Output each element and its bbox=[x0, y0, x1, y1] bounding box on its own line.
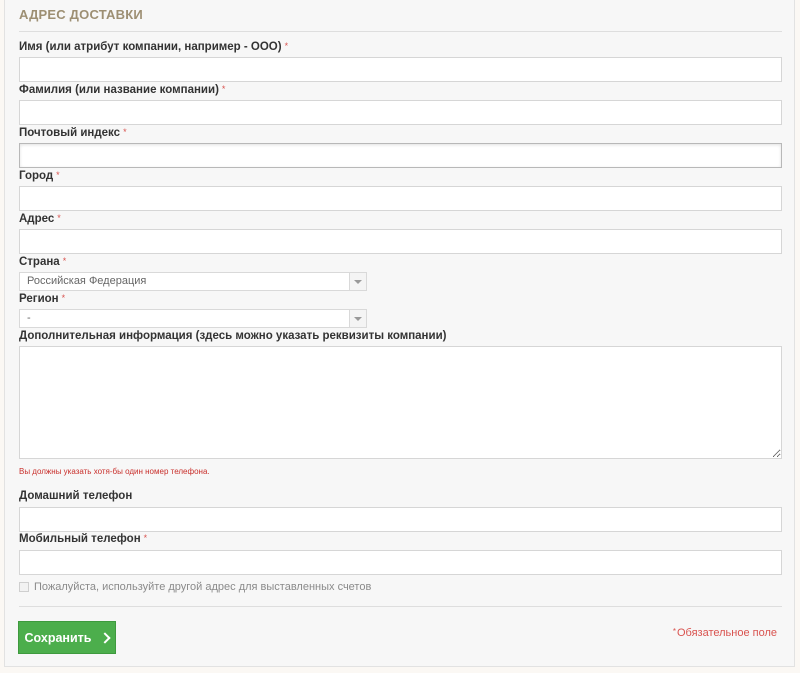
lastname-input[interactable] bbox=[19, 100, 782, 125]
section-title: АДРЕС ДОСТАВКИ bbox=[19, 7, 143, 22]
required-mark: * bbox=[61, 293, 66, 303]
region-selected-value: - bbox=[27, 312, 31, 324]
chevron-down-icon[interactable] bbox=[349, 310, 366, 327]
postcode-label: Почтовый индекс * bbox=[19, 127, 127, 139]
chevron-down-icon[interactable] bbox=[349, 273, 366, 290]
city-input[interactable] bbox=[19, 186, 782, 211]
bottom-divider bbox=[19, 606, 782, 607]
required-mark: * bbox=[57, 213, 61, 223]
country-select[interactable]: Российская Федерация bbox=[19, 272, 367, 291]
phone-required-note: Вы должны указать хотя-бы один номер тел… bbox=[19, 467, 210, 476]
invoice-address-option[interactable]: Пожалуйста, используйте другой адрес для… bbox=[19, 580, 371, 593]
save-button[interactable]: Сохранить bbox=[18, 621, 116, 654]
phone-input[interactable] bbox=[19, 507, 782, 532]
region-select[interactable]: - bbox=[19, 309, 367, 328]
required-field-note: *Обязательное поле bbox=[672, 627, 777, 639]
city-label: Город * bbox=[19, 170, 60, 182]
required-mark: * bbox=[56, 170, 60, 180]
other-info-label: Дополнительная информация (здесь можно у… bbox=[19, 330, 447, 342]
firstname-label: Имя (или атрибут компании, например - ОО… bbox=[19, 41, 289, 53]
region-label: Регион * bbox=[19, 293, 66, 305]
lastname-label: Фамилия (или название компании) * bbox=[19, 84, 226, 96]
country-label: Страна * bbox=[19, 256, 67, 268]
delivery-address-form: АДРЕС ДОСТАВКИ Имя (или атрибут компании… bbox=[4, 0, 795, 667]
invoice-address-checkbox[interactable] bbox=[19, 581, 29, 592]
mobile-label: Мобильный телефон * bbox=[19, 533, 148, 545]
address-label: Адрес * bbox=[19, 213, 61, 225]
required-mark: * bbox=[221, 84, 226, 94]
required-mark: * bbox=[284, 41, 289, 51]
country-selected-value: Российская Федерация bbox=[27, 275, 147, 287]
invoice-address-label[interactable]: Пожалуйста, используйте другой адрес для… bbox=[34, 581, 371, 593]
chevron-right-icon bbox=[99, 631, 112, 644]
phone-label: Домашний телефон bbox=[19, 490, 133, 502]
required-mark: * bbox=[123, 127, 127, 137]
firstname-input[interactable] bbox=[19, 57, 782, 82]
required-mark: * bbox=[62, 256, 67, 266]
save-button-label: Сохранить bbox=[24, 630, 92, 645]
address-input[interactable] bbox=[19, 229, 782, 254]
title-divider bbox=[19, 31, 782, 32]
mobile-input[interactable] bbox=[19, 550, 782, 575]
other-info-textarea[interactable] bbox=[19, 346, 782, 459]
postcode-input[interactable] bbox=[19, 143, 782, 168]
required-mark: * bbox=[143, 533, 148, 543]
